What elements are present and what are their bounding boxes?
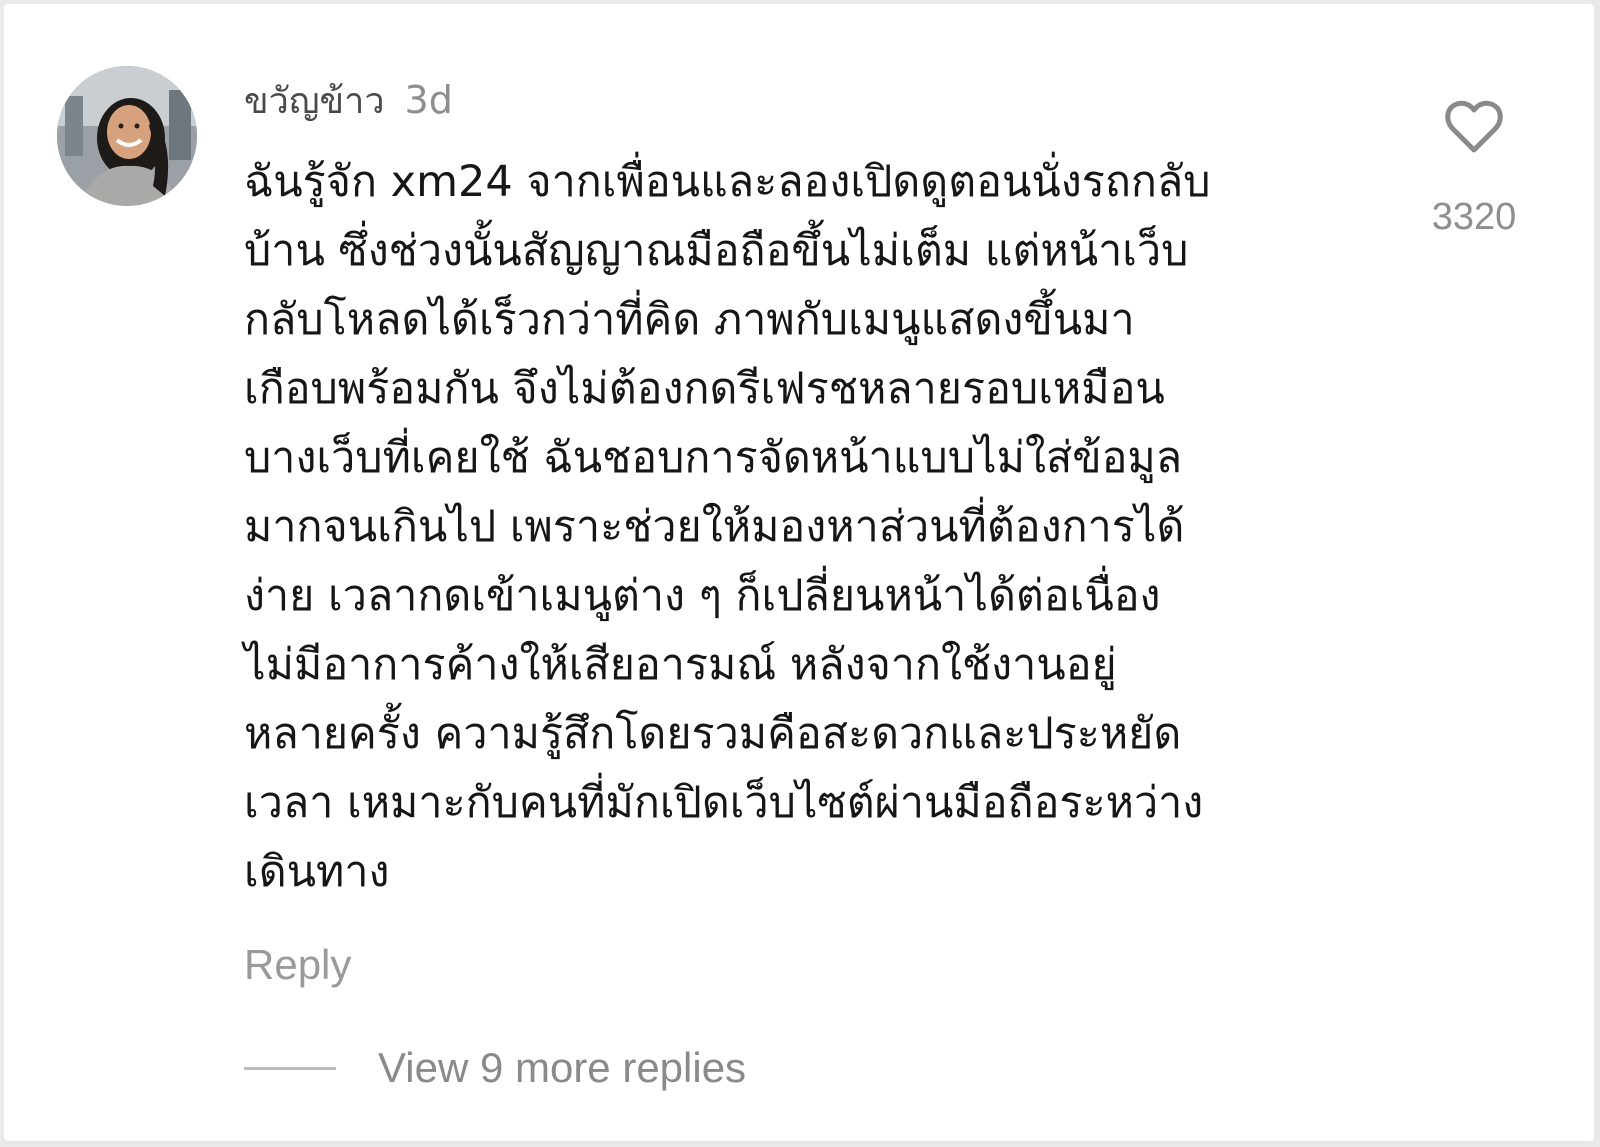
comment-text-line: มากจนเกินไป เพราะช่วยให้มองหาส่วนที่ต้อง… — [244, 502, 1185, 552]
reply-button[interactable]: Reply — [244, 937, 351, 993]
comment-text: ฉันรู้จัก xm24 จากเพื่อนและลองเปิดดูตอนน… — [244, 148, 1364, 907]
comment-text-line: บ้าน ซึ่งช่วงนั้นสัญญาณมือถือขึ้นไม่เต็ม… — [244, 226, 1189, 276]
avatar[interactable] — [57, 66, 197, 206]
comment-text-line: หลายครั้ง ความรู้สึกโดยรวมคือสะดวกและประ… — [244, 709, 1182, 759]
comment-text-line: ง่าย เวลากดเข้าเมนูต่าง ๆ ก็เปลี่ยนหน้าไ… — [244, 571, 1161, 621]
timestamp: 3d — [404, 78, 453, 122]
comment-text-line: เดินทาง — [244, 847, 390, 897]
comment-text-line: กลับโหลดได้เร็วกว่าที่คิด ภาพกับเมนูแสดง… — [244, 295, 1135, 345]
comment-content: ขวัญข้าว 3d ฉันรู้จัก xm24 จากเพื่อนและล… — [244, 70, 1364, 907]
comment-text-line: เวลา เหมาะกับคนที่มักเปิดเว็บไซต์ผ่านมือ… — [244, 778, 1204, 828]
comment-text-line: ฉันรู้จัก xm24 จากเพื่อนและลองเปิดดูตอนน… — [244, 157, 1211, 207]
like-control: 3320 — [1424, 100, 1524, 239]
avatar-photo — [57, 66, 197, 206]
comment-text-line: เกือบพร้อมกัน จึงไม่ต้องกดรีเฟรชหลายรอบเ… — [244, 364, 1165, 414]
comment-text-line: บางเว็บที่เคยใช้ ฉันชอบการจัดหน้าแบบไม่ใ… — [244, 433, 1183, 483]
username[interactable]: ขวัญข้าว — [244, 72, 385, 132]
comment-header: ขวัญข้าว 3d — [244, 70, 1364, 130]
view-more-replies-button[interactable]: View 9 more replies — [244, 1040, 746, 1096]
like-count: 3320 — [1431, 196, 1517, 238]
heart-outline-icon[interactable] — [1445, 100, 1503, 154]
comment-card: ขวัญข้าว 3d ฉันรู้จัก xm24 จากเพื่อนและล… — [4, 4, 1594, 1141]
view-more-replies-label: View 9 more replies — [378, 1044, 747, 1091]
comment-text-line: ไม่มีอาการค้างให้เสียอารมณ์ หลังจากใช้งา… — [244, 640, 1117, 690]
divider-dash — [244, 1066, 336, 1070]
